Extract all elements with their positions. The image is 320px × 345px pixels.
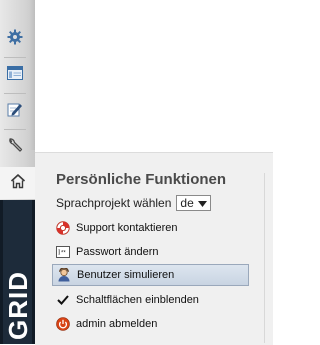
change-password-item[interactable]: I ** Passwort ändern bbox=[52, 241, 249, 263]
user-icon bbox=[57, 268, 71, 282]
menu-item-label: Support kontaktieren bbox=[76, 222, 178, 234]
svg-text:**: ** bbox=[61, 251, 66, 257]
language-label: Sprachprojekt wählen bbox=[56, 196, 172, 210]
power-icon bbox=[56, 317, 70, 331]
brand-logo: GRID bbox=[3, 271, 33, 340]
language-value: de bbox=[180, 196, 194, 210]
lifebuoy-icon bbox=[56, 221, 70, 235]
sidebar: GRID bbox=[0, 0, 35, 344]
simulate-user-item[interactable]: Benutzer simulieren bbox=[52, 264, 249, 286]
sidebar-divider bbox=[4, 57, 26, 58]
tools-button[interactable] bbox=[0, 132, 30, 162]
window-button[interactable] bbox=[0, 60, 30, 90]
brand-panel: GRID bbox=[0, 200, 35, 344]
checkmark-icon bbox=[56, 293, 70, 307]
edit-icon bbox=[7, 101, 23, 122]
gear-icon bbox=[7, 29, 23, 50]
language-row: Sprachprojekt wählen de bbox=[56, 193, 212, 213]
menu-item-label: Schaltflächen einblenden bbox=[76, 294, 199, 306]
home-button[interactable] bbox=[0, 167, 35, 199]
sidebar-divider bbox=[4, 93, 26, 94]
menu-item-label: Benutzer simulieren bbox=[77, 269, 175, 281]
edit-button[interactable] bbox=[0, 96, 30, 126]
show-buttons-item[interactable]: Schaltflächen einblenden bbox=[52, 289, 249, 311]
settings-button[interactable] bbox=[0, 24, 30, 54]
menu-item-label: admin abmelden bbox=[76, 318, 158, 330]
personal-functions-menu: Persönliche Funktionen Sprachprojekt wäh… bbox=[35, 152, 273, 345]
logout-item[interactable]: admin abmelden bbox=[52, 313, 249, 335]
home-icon bbox=[10, 173, 26, 194]
menu-title: Persönliche Funktionen bbox=[56, 171, 227, 188]
menu-item-label: Passwort ändern bbox=[76, 246, 159, 258]
menu-edge bbox=[264, 173, 265, 343]
sidebar-divider bbox=[4, 129, 26, 130]
support-contact-item[interactable]: Support kontaktieren bbox=[52, 217, 249, 239]
wrench-icon bbox=[7, 137, 23, 158]
window-icon bbox=[7, 65, 23, 85]
password-field-icon: I ** bbox=[56, 245, 70, 259]
language-select[interactable]: de bbox=[176, 195, 212, 211]
chevron-down-icon bbox=[198, 196, 208, 210]
